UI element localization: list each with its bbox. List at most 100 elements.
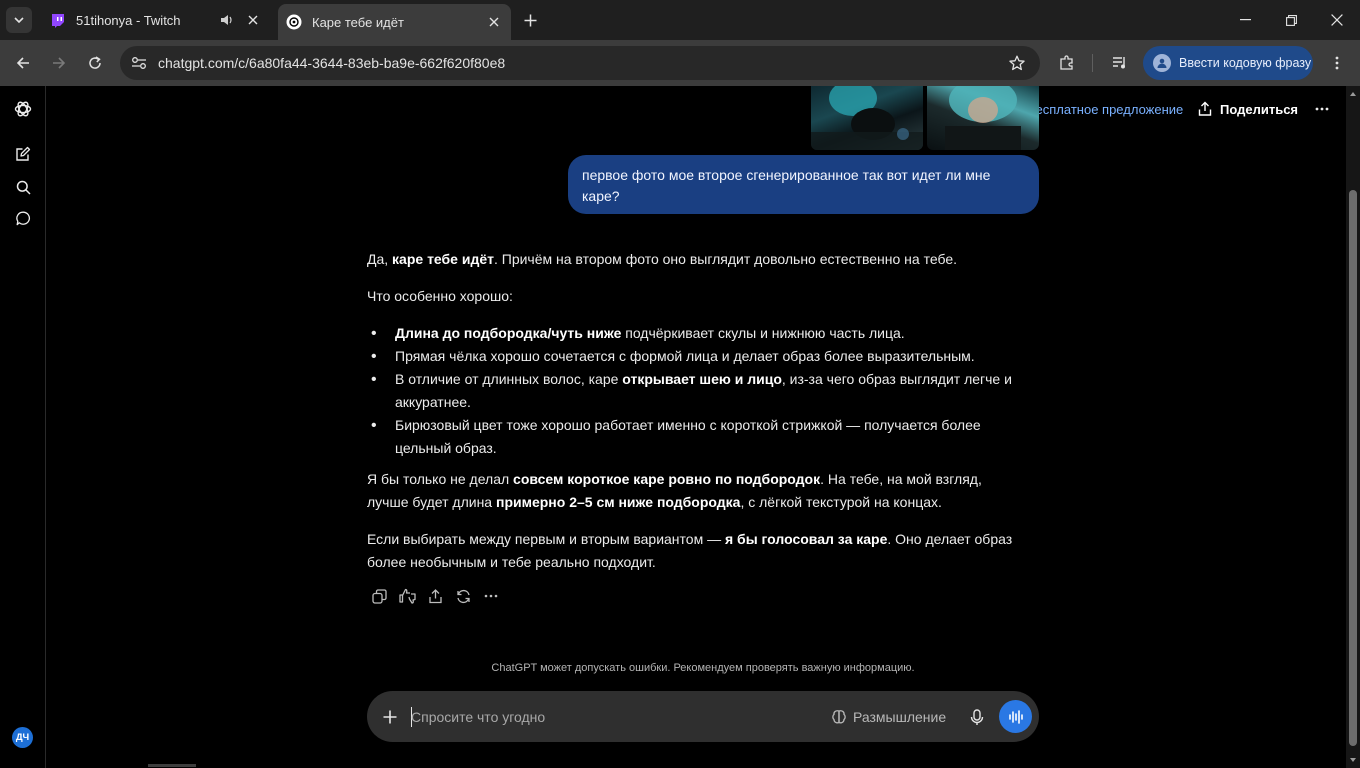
text: Если выбирать между первым и вторым вари… [367,531,725,547]
list-item: Прямая чёлка хорошо сочетается с формой … [367,345,1027,368]
arrow-right-icon [53,57,66,69]
speaker-icon[interactable] [218,14,236,26]
user-message-bubble: первое фото мое второе сгенерированное т… [568,155,1039,214]
profile-sync-button[interactable]: Ввести кодовую фразу [1143,46,1313,80]
copy-icon [371,588,387,604]
restore-button[interactable] [1268,0,1314,40]
new-chat-button[interactable] [8,139,38,169]
address-bar[interactable]: chatgpt.com/c/6a80fa44-3644-83eb-ba9e-66… [120,46,1040,80]
message-actions [365,584,505,608]
kebab-menu-icon [1335,56,1339,70]
minimize-icon [1239,19,1251,21]
reasoning-label: Размышление [853,709,947,725]
tab-twitch[interactable]: 51tihonya - Twitch [38,0,270,40]
profile-avatar-icon [1153,54,1171,72]
bookmark-star-icon[interactable] [1002,48,1032,78]
text: Бирюзовый цвет тоже хорошо работает имен… [395,417,981,456]
scrollbar[interactable] [1346,86,1360,768]
bold-text: открывает шею и лицо [622,371,782,387]
more-horizontal-icon [1315,107,1329,111]
extensions-button[interactable] [1052,48,1082,78]
openai-icon [286,14,302,30]
reload-button[interactable] [80,48,110,78]
list-item: Длина до подбородка/чуть ниже подчёркива… [367,322,1027,345]
horizontal-scroll-indicator [148,764,196,767]
url-text: chatgpt.com/c/6a80fa44-3644-83eb-ba9e-66… [158,55,506,71]
bold-text: совсем короткое каре ровно по подбородок [513,471,821,487]
prompt-input[interactable] [411,705,791,729]
share-label: Поделиться [1220,101,1299,117]
bold-text: каре тебе идёт [392,251,494,267]
reload-icon [89,56,101,69]
refresh-icon [456,589,470,603]
bold-text: я бы голосовал за каре [724,531,888,547]
browser-tab-bar: 51tihonya - Twitch Каре тебе идёт [0,0,1360,40]
text: подчёркивает скулы и нижнюю часть лица. [621,325,905,341]
voice-mode-button[interactable] [999,700,1032,733]
plus-icon [383,710,397,724]
feedback-button[interactable] [393,584,421,608]
browser-toolbar: chatgpt.com/c/6a80fa44-3644-83eb-ba9e-66… [0,40,1360,86]
avatar[interactable]: ДЧ [12,727,33,748]
text: Да, [367,251,393,267]
more-actions-button[interactable] [477,584,505,608]
generated-photo[interactable] [927,86,1039,150]
composer: Размышление [367,691,1039,742]
attach-button[interactable] [375,702,405,732]
search-chats-button[interactable] [8,172,38,202]
copy-button[interactable] [365,584,393,608]
uploaded-photo[interactable] [811,86,923,150]
answer-paragraph: Да, каре тебе идёт. Причём на втором фот… [367,248,1027,271]
dictate-button[interactable] [963,703,991,731]
site-settings-icon[interactable] [124,48,154,78]
microphone-icon [970,708,984,725]
chats-button[interactable] [8,203,38,233]
forward-button[interactable] [44,48,74,78]
tab-chatgpt[interactable]: Каре тебе идёт [278,4,511,40]
media-controls-button[interactable] [1105,48,1135,78]
disclaimer-text: ChatGPT может допускать ошибки. Рекоменд… [491,662,915,674]
new-tab-button[interactable] [518,8,542,32]
toolbar-separator [1092,54,1093,72]
close-icon[interactable] [244,11,262,29]
reasoning-button[interactable]: Размышление [831,704,946,730]
share-message-button[interactable] [421,584,449,608]
scroll-thumb[interactable] [1349,190,1357,746]
bold-text: Длина до подбородка/чуть ниже [395,325,622,341]
share-icon [428,588,442,603]
openai-logo-button[interactable] [8,94,38,124]
regenerate-button[interactable] [449,584,477,608]
text: В отличие от длинных волос, каре [395,371,623,387]
share-icon [1198,101,1212,116]
text: Прямая чёлка хорошо сочетается с формой … [395,348,975,364]
answer-paragraph: Я бы только не делал совсем короткое кар… [367,468,1027,514]
browser-menu-button[interactable] [1322,48,1352,78]
close-window-button[interactable] [1314,0,1360,40]
back-button[interactable] [8,48,38,78]
list-item: В отличие от длинных волос, каре открыва… [367,368,1027,414]
close-icon[interactable] [485,13,503,31]
openai-logo-icon [14,101,32,117]
new-chat-icon [16,146,31,161]
answer-paragraph: Что особенно хорошо: [367,288,513,304]
scroll-down-arrow-icon[interactable] [1349,756,1357,764]
answer-paragraph: Если выбирать между первым и вторым вари… [367,528,1027,574]
tab-search-button[interactable] [6,7,32,33]
assistant-message: Да, каре тебе идёт. Причём на втором фот… [367,248,1027,588]
scroll-up-arrow-icon[interactable] [1349,90,1357,98]
tab-title: 51tihonya - Twitch [76,12,181,28]
sidebar-rail: ДЧ [0,86,46,768]
bold-text: примерно 2–5 см ниже подбородка [495,494,741,510]
more-horizontal-icon [484,594,498,598]
thumbs-icon [399,588,416,604]
restore-icon [1285,14,1297,26]
share-button[interactable]: Поделиться [1197,97,1298,121]
brain-icon [832,710,846,724]
minimize-button[interactable] [1222,0,1268,40]
search-icon [16,180,31,195]
conversation-options-button[interactable] [1310,96,1334,122]
text: . Причём на втором фото оно выглядит дов… [493,251,958,267]
puzzle-icon [1060,55,1073,70]
media-queue-icon [1113,57,1125,69]
chevron-down-icon [14,17,24,24]
